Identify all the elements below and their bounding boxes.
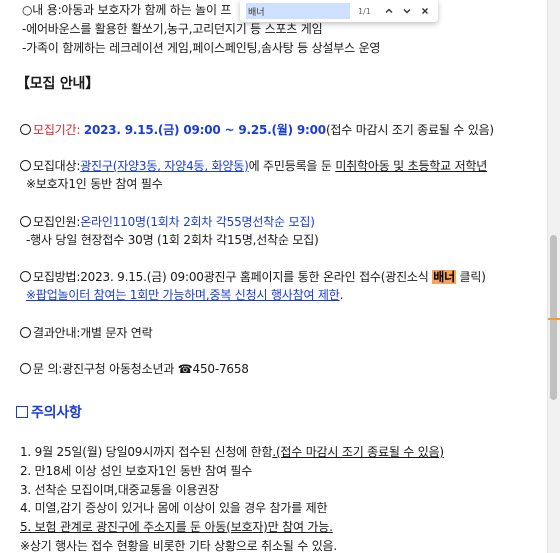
- recruit-method: 모집방법:2023. 9.15.(금) 09:00광진구 홈페이지를 통한 온라…: [20, 269, 486, 285]
- chevron-up-icon: [385, 8, 393, 13]
- document-content: ○내 용:아동과 보호자가 함께 하는 놀이 프 -에어바운스를 활용한 활쏘기…: [0, 0, 548, 553]
- square-bullet-icon: [16, 406, 28, 418]
- recruit-contact: 문 의:광진구청 아동청소년과 ☎450-7658: [20, 361, 249, 377]
- content-line: ○내 용:아동과 보호자가 함께 하는 놀이 프: [22, 2, 231, 18]
- notice-item-1: 1. 9월 25일(월) 당일09시까지 접수된 신청에 한함.(접수 마감시 …: [20, 444, 444, 460]
- notice-item-5: 5. 보험 관계로 광진구에 주소지를 둔 아동(보호자)만 참여 가능.: [20, 520, 333, 534]
- circle-bullet-icon: [20, 363, 31, 374]
- result-text: 결과안내:개별 문자 연락: [33, 326, 153, 340]
- recruit-period: 모집기간: 2023. 9.15.(금) 09:00 ~ 9.25.(월) 9:…: [20, 122, 494, 138]
- target-rest: 에 주민등록을 둔: [248, 159, 336, 173]
- people-value: 온라인110명(1회차 2회차 각55명선착순 모집): [80, 215, 315, 229]
- notice-item-2: 2. 만18세 이상 성인 보호자1인 동반 참여 필수: [20, 464, 253, 478]
- contact-text: 문 의:광진구청 아동청소년과 ☎450-7658: [33, 362, 249, 376]
- method-suffix: 클릭): [455, 270, 486, 284]
- notice-item-4: 4. 미열,감기 증상이 있거나 몸에 이상이 있을 경우 참가를 제한: [20, 501, 328, 515]
- target-note: ※보호자1인 동반 참여 필수: [26, 177, 163, 191]
- target-value: 광진구(자양3동, 자양4동, 화양동): [80, 159, 249, 173]
- close-icon: [422, 8, 428, 14]
- find-input[interactable]: [246, 3, 350, 19]
- search-highlight: 배너: [432, 270, 456, 284]
- find-next-button[interactable]: [398, 2, 416, 20]
- target-underline: 미취학아동 및 초등학교 저학년: [335, 159, 488, 173]
- recruit-people: 모집인원:온라인110명(1회차 2회차 각55명선착순 모집): [20, 214, 315, 230]
- find-close-button[interactable]: [416, 2, 434, 20]
- chevron-down-icon: [403, 9, 411, 14]
- people-note: -행사 당일 현장접수 30명 (1회 2회차 각15명,선착순 모집): [26, 233, 319, 247]
- notice-heading: 주의사항: [16, 405, 82, 421]
- recruit-heading: 【모집 안내】: [16, 76, 99, 92]
- find-count: 1/1: [358, 6, 371, 16]
- recruit-target: 모집대상:광진구(자양3동, 자양4동, 화양동)에 주민등록을 둔 미취학아동…: [20, 158, 487, 174]
- target-label: 모집대상:: [33, 159, 81, 173]
- recruit-result: 결과안내:개별 문자 연락: [20, 325, 153, 341]
- circle-bullet-icon: [20, 327, 31, 338]
- notice-item-3: 3. 선착순 모집이며,대중교통을 이용권장: [20, 483, 219, 497]
- method-note-end: .: [339, 288, 344, 302]
- period-value: 2023. 9.15.(금) 09:00 ~ 9.25.(월) 9:00: [83, 123, 326, 137]
- find-prev-button[interactable]: [380, 2, 398, 20]
- circle-bullet-icon: [20, 124, 31, 135]
- content-detail-1: -에어바운스를 활용한 활쏘기,농구,고리던지기 등 스포츠 게임: [22, 22, 323, 36]
- period-note: (접수 마감시 조기 종료될 수 있음): [325, 123, 494, 137]
- find-bar: 1/1: [240, 0, 438, 22]
- notice-item-6: ※상기 행사는 접수 현황을 비롯한 기타 상황으로 취소될 수 있음.: [20, 539, 338, 553]
- content-label: ○내 용:아동과 보호자가 함께 하는 놀이 프: [22, 3, 232, 17]
- method-note-link[interactable]: ※팝업놀이터 참여는 1회만 가능하며,중복 신청시 행사참여 제한: [26, 288, 340, 302]
- content-detail-2: -가족이 함께하는 레크레이션 게임,페이스페인팅,솜사탕 등 상설부스 운영: [22, 41, 381, 55]
- notice-item-1-note: .(접수 마감시 조기 종료될 수 있음): [272, 445, 444, 459]
- method-note: ※팝업놀이터 참여는 1회만 가능하며,중복 신청시 행사참여 제한.: [26, 287, 343, 303]
- vertical-scrollbar[interactable]: [547, 0, 560, 553]
- people-label: 모집인원:: [33, 215, 81, 229]
- notice-item-1-text: 1. 9월 25일(월) 당일09시까지 접수된 신청에 한함: [20, 445, 273, 459]
- notice-heading-text: 주의사항: [31, 405, 82, 421]
- method-prefix: 모집방법:2023. 9.15.(금) 09:00광진구 홈페이지를 통한 온라…: [33, 270, 433, 284]
- circle-bullet-icon: [20, 271, 31, 282]
- search-result-marker: [548, 318, 560, 320]
- period-label: 모집기간:: [33, 123, 84, 137]
- circle-bullet-icon: [20, 160, 31, 171]
- circle-bullet-icon: [20, 216, 31, 227]
